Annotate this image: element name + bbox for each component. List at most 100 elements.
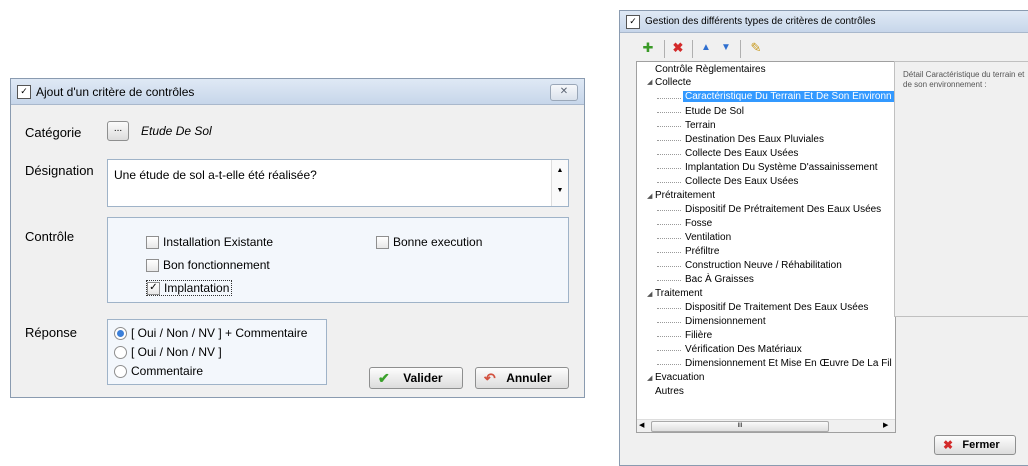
add-criterion-dialog: ✓ Ajout d'un critère de contrôles ✕ Caté…	[10, 78, 585, 398]
tree-connector	[657, 336, 681, 337]
expand-arrow-icon[interactable]: ◢	[647, 192, 652, 200]
tree-item[interactable]: Préfiltre	[685, 246, 719, 257]
checkbox-box[interactable]	[376, 235, 389, 249]
radio-oui-non-nv[interactable]: [ Oui / Non / NV ]	[114, 345, 222, 359]
close-button[interactable]: ✕	[550, 84, 578, 101]
radio-button[interactable]	[114, 364, 127, 378]
tree-item[interactable]: Etude De Sol	[685, 106, 744, 117]
checklist-icon: ✓	[626, 14, 640, 29]
tree-connector	[657, 140, 681, 141]
designation-text: Une étude de sol a-t-elle été réalisée?	[114, 168, 317, 182]
radio-button-selected[interactable]	[114, 326, 127, 340]
tree-connector	[657, 364, 681, 365]
scroll-left-icon[interactable]: ◀	[639, 421, 644, 429]
tree-connector	[657, 112, 681, 113]
dialog-title: Gestion des différents types de critères…	[645, 16, 876, 27]
tree-item[interactable]: Bac À Graisses	[685, 274, 754, 285]
checkbox-box[interactable]	[146, 235, 159, 249]
annuler-button[interactable]: ↶ Annuler	[475, 367, 569, 389]
tree-item[interactable]: Collecte Des Eaux Usées	[685, 148, 798, 159]
tree-group-traitement[interactable]: Traitement	[655, 288, 702, 299]
scroll-up-icon[interactable]: ▲	[552, 167, 568, 174]
annuler-label: Annuler	[506, 371, 552, 385]
fermer-button[interactable]: ✖ Fermer	[934, 435, 1016, 455]
checkbox-box-checked[interactable]: ✓	[147, 281, 160, 295]
tree-group-collecte[interactable]: Collecte	[655, 77, 691, 88]
tree-item[interactable]: Vérification Des Matériaux	[685, 344, 802, 355]
tree-item-autres[interactable]: Autres	[655, 386, 684, 397]
expand-arrow-icon[interactable]: ◢	[647, 290, 652, 298]
tree-item[interactable]: Filière	[685, 330, 712, 341]
tree-connector	[657, 224, 681, 225]
radio-commentaire[interactable]: Commentaire	[114, 364, 203, 378]
checkbox-bon-fonctionnement[interactable]: Bon fonctionnement	[146, 258, 270, 272]
tree-item[interactable]: Destination Des Eaux Pluviales	[685, 134, 824, 145]
scroll-right-icon[interactable]: ▶	[883, 421, 888, 429]
tree-item[interactable]: Implantation Du Système D'assainissement	[685, 162, 878, 173]
tree-connector	[657, 252, 681, 253]
radio-button[interactable]	[114, 345, 127, 359]
tree-item-selected[interactable]: Caractéristique Du Terrain Et De Son Env…	[683, 91, 894, 102]
valider-button[interactable]: ✔ Valider	[369, 367, 463, 389]
tree-item[interactable]: Ventilation	[685, 232, 731, 243]
tree-connector	[657, 210, 681, 211]
radio-label: [ Oui / Non / NV ]	[131, 345, 222, 359]
tree-connector	[657, 238, 681, 239]
tree-connector	[657, 350, 681, 351]
tree-connector	[657, 154, 681, 155]
tree-group-evacuation[interactable]: Evacuation	[655, 372, 704, 383]
tree-connector	[657, 98, 681, 99]
close-icon: ✖	[943, 438, 954, 452]
tree-connector	[657, 266, 681, 267]
criteria-tree[interactable]: Contrôle Règlementaires ◢ Collecte Carac…	[636, 61, 896, 433]
tree-item[interactable]: Dispositif De Traitement Des Eaux Usées	[685, 302, 868, 313]
radio-oui-non-nv-commentaire[interactable]: [ Oui / Non / NV ] + Commentaire	[114, 326, 307, 340]
delete-icon[interactable]: ✖	[670, 40, 686, 56]
detail-panel: Détail Caractéristique du terrain et de …	[894, 61, 1028, 317]
checkbox-implantation[interactable]: ✓ Implantation	[146, 280, 233, 296]
controle-label: Contrôle	[25, 229, 75, 244]
toolbar-separator	[692, 40, 693, 58]
scroll-thumb[interactable]: III	[651, 421, 829, 432]
checkbox-label: Installation Existante	[163, 235, 274, 249]
categorie-value: Etude De Sol	[141, 124, 212, 138]
tree-root[interactable]: Contrôle Règlementaires	[655, 64, 766, 75]
tree-item[interactable]: Terrain	[685, 120, 716, 131]
expand-arrow-icon[interactable]: ◢	[647, 374, 652, 382]
controle-group: Installation Existante Bonne execution B…	[107, 217, 569, 303]
tree-connector	[657, 182, 681, 183]
checkbox-installation-existante[interactable]: Installation Existante	[146, 235, 273, 249]
edit-document-icon[interactable]: ✎	[748, 40, 764, 56]
radio-label: [ Oui / Non / NV ] + Commentaire	[131, 326, 308, 340]
checkbox-label: Implantation	[164, 281, 230, 295]
tree-item[interactable]: Dimensionnement	[685, 316, 766, 327]
textarea-scrollbar[interactable]: ▲ ▼	[551, 160, 568, 206]
designation-textarea[interactable]: Une étude de sol a-t-elle été réalisée? …	[107, 159, 569, 207]
toolbar-separator	[740, 40, 741, 58]
tree-item[interactable]: Dispositif De Prétraitement Des Eaux Usé…	[685, 204, 881, 215]
valider-label: Valider	[403, 371, 443, 385]
expand-arrow-icon[interactable]: ◢	[647, 78, 652, 86]
designation-label: Désignation	[25, 163, 94, 178]
tree-item[interactable]: Dimensionnement Et Mise En Œuvre De La F…	[685, 358, 892, 369]
tree-connector	[657, 126, 681, 127]
checkbox-bonne-execution[interactable]: Bonne execution	[376, 235, 482, 249]
radio-label: Commentaire	[131, 364, 204, 378]
categorie-browse-button[interactable]: ...	[107, 121, 129, 141]
horizontal-scrollbar[interactable]: ◀ III ▶	[637, 419, 895, 432]
move-down-icon[interactable]: ▼	[718, 40, 734, 56]
tree-item[interactable]: Construction Neuve / Réhabilitation	[685, 260, 842, 271]
reponse-group: [ Oui / Non / NV ] + Commentaire [ Oui /…	[107, 319, 327, 385]
tree-item[interactable]: Collecte Des Eaux Usées	[685, 176, 798, 187]
dialog-titlebar: ✓ Gestion des différents types de critèr…	[620, 11, 1028, 33]
tree-group-pretraitement[interactable]: Prétraitement	[655, 190, 715, 201]
dialog-title: Ajout d'un critère de contrôles	[36, 84, 195, 99]
toolbar-separator	[664, 40, 665, 58]
manage-criteria-dialog: ✓ Gestion des différents types de critèr…	[619, 10, 1028, 466]
move-up-icon[interactable]: ▲	[698, 40, 714, 56]
detail-text: Détail Caractéristique du terrain et de …	[903, 70, 1025, 89]
tree-item[interactable]: Fosse	[685, 218, 712, 229]
scroll-down-icon[interactable]: ▼	[552, 187, 568, 194]
checkbox-box[interactable]	[146, 258, 159, 272]
add-node-icon[interactable]: ✚	[640, 40, 656, 56]
